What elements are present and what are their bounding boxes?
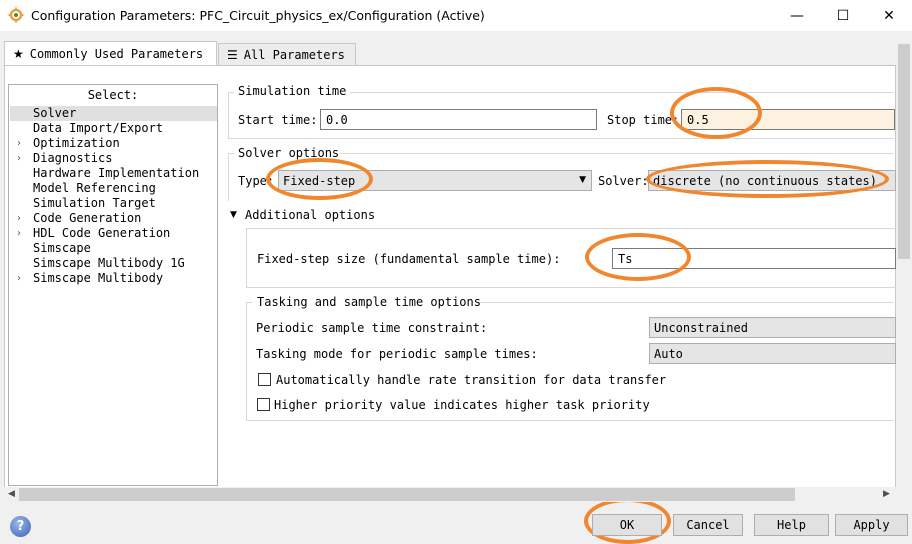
expand-arrow-icon[interactable]: › — [17, 271, 21, 286]
scroll-left-icon[interactable]: ◀ — [8, 489, 15, 499]
help-icon[interactable]: ? — [10, 516, 31, 537]
sidebar-item-label: Code Generation — [33, 211, 142, 225]
fixed-step-size-label: Fixed-step size (fundamental sample time… — [257, 252, 561, 266]
fixed-step-size-input[interactable]: Ts — [612, 248, 896, 269]
expand-arrow-icon[interactable]: › — [17, 211, 21, 226]
additional-options-heading[interactable]: Additional options — [245, 208, 375, 222]
star-icon: ★ — [13, 47, 24, 61]
tab-label: All Parameters — [243, 48, 345, 62]
sidebar-item-simscape-multibody-1g[interactable]: Simscape Multibody 1G — [10, 256, 217, 271]
sidebar-item-model-referencing[interactable]: Model Referencing — [10, 181, 217, 196]
sidebar-item-simscape-multibody[interactable]: › Simscape Multibody — [10, 271, 217, 286]
apply-button[interactable]: Apply — [835, 514, 908, 536]
sidebar-item-label: Solver — [33, 106, 77, 120]
tasking-mode-value: Auto — [654, 346, 683, 361]
group-border — [478, 302, 894, 303]
scroll-right-icon[interactable]: ▶ — [883, 489, 890, 499]
sidebar-item-diagnostics[interactable]: › Diagnostics — [10, 151, 217, 166]
group-border — [246, 302, 252, 303]
sidebar-item-label: HDL Code Generation — [33, 226, 171, 240]
sidebar-item-label: Simscape Multibody — [33, 271, 164, 285]
group-border — [350, 92, 894, 93]
periodic-constraint-label: Periodic sample time constraint: — [256, 321, 488, 335]
auto-rate-transition-checkbox[interactable] — [258, 373, 271, 386]
solver-dropdown[interactable]: discrete (no continuous states) — [648, 170, 896, 191]
group-border — [228, 153, 229, 201]
collapse-arrow-icon[interactable]: ▼ — [230, 210, 237, 220]
ok-button[interactable]: OK — [592, 514, 662, 536]
sidebar-item-label: Simscape Multibody 1G — [33, 256, 185, 270]
sidebar-item-hdl-code-generation[interactable]: › HDL Code Generation — [10, 226, 217, 241]
tab-commonly-used-parameters[interactable]: ★ Commonly Used Parameters — [4, 41, 217, 66]
group-border — [228, 153, 234, 154]
scrollbar-thumb[interactable] — [898, 44, 910, 259]
help-button[interactable]: Help — [754, 514, 829, 536]
category-tree[interactable]: Select: Solver Data Import/Export › Opti… — [8, 84, 218, 486]
sidebar-item-simscape[interactable]: Simscape — [10, 241, 217, 256]
group-border — [228, 92, 229, 138]
sidebar-item-simulation-target[interactable]: Simulation Target — [10, 196, 217, 211]
table-icon: ☰ — [227, 48, 238, 62]
sidebar-item-label: Simulation Target — [33, 196, 156, 210]
tasking-mode-label: Tasking mode for periodic sample times: — [256, 347, 538, 361]
sidebar-item-optimization[interactable]: › Optimization — [10, 136, 217, 151]
horizontal-scrollbar[interactable]: ◀ ▶ — [4, 487, 896, 502]
sidebar-item-label: Hardware Implementation — [33, 166, 200, 180]
maximize-button[interactable]: ☐ — [820, 0, 866, 31]
cancel-button[interactable]: Cancel — [673, 514, 743, 536]
group-border — [246, 302, 247, 420]
group-border — [340, 153, 894, 154]
expand-arrow-icon[interactable]: › — [17, 226, 21, 241]
solver-options-heading: Solver options — [238, 146, 340, 160]
sidebar-item-code-generation[interactable]: › Code Generation — [10, 211, 217, 226]
group-border — [246, 420, 894, 421]
sidebar-item-label: Data Import/Export — [33, 121, 164, 135]
start-time-label: Start time: — [238, 113, 318, 127]
scrollbar-thumb[interactable] — [19, 488, 795, 501]
sidebar-item-label: Diagnostics — [33, 151, 113, 165]
auto-rate-transition-label[interactable]: Automatically handle rate transition for… — [276, 373, 666, 387]
tab-label: Commonly Used Parameters — [29, 47, 204, 61]
sidebar-item-hardware-implementation[interactable]: Hardware Implementation — [10, 166, 217, 181]
vertical-scrollbar[interactable] — [896, 32, 912, 502]
solver-value: discrete (no continuous states) — [653, 173, 877, 188]
solver-label: Solver: — [598, 174, 649, 188]
window-title: Configuration Parameters: PFC_Circuit_ph… — [31, 8, 485, 23]
group-border — [228, 92, 234, 93]
solver-type-dropdown[interactable]: Fixed-step ▼ — [278, 170, 592, 191]
title-bar[interactable]: Configuration Parameters: PFC_Circuit_ph… — [0, 0, 912, 31]
sidebar-item-solver[interactable]: Solver — [10, 106, 217, 121]
expand-arrow-icon[interactable]: › — [17, 136, 21, 151]
sidebar-item-data-import-export[interactable]: Data Import/Export — [10, 121, 217, 136]
solver-type-value: Fixed-step — [283, 173, 356, 188]
higher-priority-label[interactable]: Higher priority value indicates higher t… — [274, 398, 650, 412]
higher-priority-checkbox[interactable] — [257, 398, 270, 411]
sidebar-item-label: Optimization — [33, 136, 120, 150]
periodic-constraint-value: Unconstrained — [654, 320, 748, 335]
tasking-heading: Tasking and sample time options — [257, 295, 481, 309]
start-time-input[interactable]: 0.0 — [320, 109, 597, 130]
expand-arrow-icon[interactable]: › — [17, 151, 21, 166]
type-label: Type: — [238, 174, 275, 188]
sidebar-item-label: Model Referencing — [33, 181, 156, 195]
minimize-button[interactable]: — — [774, 0, 820, 31]
chevron-down-icon: ▼ — [579, 175, 586, 185]
tasking-mode-dropdown[interactable]: Auto — [649, 343, 896, 364]
simulation-time-heading: Simulation time — [238, 84, 347, 98]
sidebar-item-label: Simscape — [33, 241, 91, 255]
close-button[interactable]: ✕ — [866, 0, 912, 31]
periodic-constraint-dropdown[interactable]: Unconstrained — [649, 317, 896, 338]
stop-time-label: Stop time: — [607, 113, 680, 127]
tab-all-parameters[interactable]: ☰ All Parameters — [218, 43, 356, 66]
stop-time-input[interactable]: 0.5 — [681, 109, 895, 130]
select-label: Select: — [87, 88, 139, 102]
group-border — [228, 138, 894, 139]
simulink-app-icon — [8, 7, 24, 23]
